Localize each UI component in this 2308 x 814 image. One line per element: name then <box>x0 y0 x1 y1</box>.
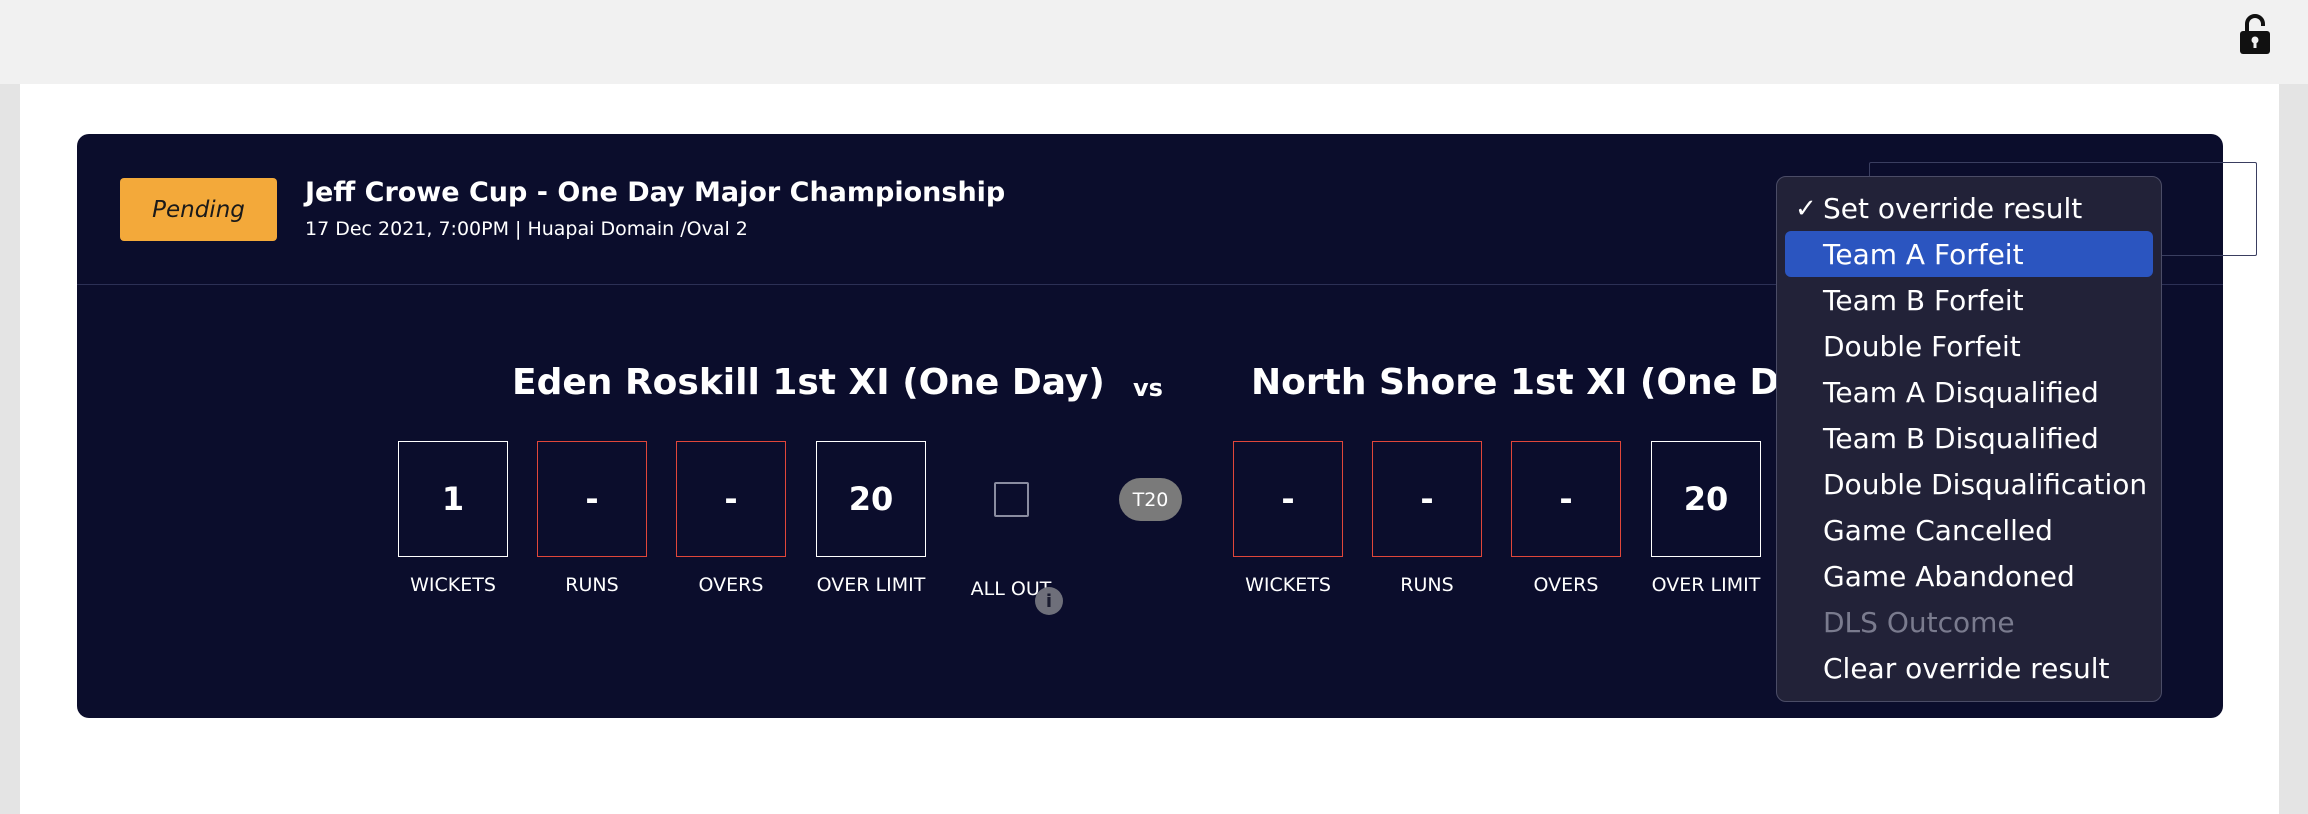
option-game-abandoned[interactable]: Game Abandoned <box>1785 553 2153 599</box>
option-team-b-forfeit[interactable]: Team B Forfeit <box>1785 277 2153 323</box>
option-team-b-disqualified[interactable]: Team B Disqualified <box>1785 415 2153 461</box>
team-b-runs-input[interactable]: - <box>1372 441 1482 557</box>
option-set-override-result[interactable]: ✓ Set override result <box>1785 185 2153 231</box>
option-clear-override-result[interactable]: Clear override result <box>1785 645 2153 691</box>
team-a-name: Eden Roskill 1st XI (One Day) <box>512 362 1105 403</box>
option-label: Double Disqualification <box>1823 467 2148 501</box>
team-a-over-limit-label: OVER LIMIT <box>816 574 926 596</box>
option-label: Game Abandoned <box>1823 559 2075 593</box>
team-a-overs-label: OVERS <box>698 574 764 596</box>
team-a-wickets-label: WICKETS <box>410 574 496 596</box>
option-dls-outcome: DLS Outcome <box>1785 599 2153 645</box>
match-title: Jeff Crowe Cup - One Day Major Champions… <box>305 177 1006 208</box>
team-b-overs-label: OVERS <box>1533 574 1599 596</box>
option-double-forfeit[interactable]: Double Forfeit <box>1785 323 2153 369</box>
status-badge: Pending <box>120 178 277 241</box>
option-label: Set override result <box>1823 191 2083 225</box>
checkmark-icon: ✓ <box>1795 194 1817 224</box>
option-label: DLS Outcome <box>1823 605 2015 639</box>
team-b-wickets-input[interactable]: - <box>1233 441 1343 557</box>
team-b-over-limit-label: OVER LIMIT <box>1651 574 1761 596</box>
option-label: Double Forfeit <box>1823 329 2021 363</box>
team-a-runs-label: RUNS <box>565 574 619 596</box>
team-b-overs-input[interactable]: - <box>1511 441 1621 557</box>
team-b-name: North Shore 1st XI (One Day) <box>1251 362 1843 403</box>
match-details: 17 Dec 2021, 7:00PM | Huapai Domain /Ova… <box>305 218 748 240</box>
format-badge: T20 <box>1119 478 1182 521</box>
team-a-wickets-input[interactable]: 1 <box>398 441 508 557</box>
option-game-cancelled[interactable]: Game Cancelled <box>1785 507 2153 553</box>
team-b-runs-label: RUNS <box>1400 574 1454 596</box>
team-b-over-limit-input[interactable]: 20 <box>1651 441 1761 557</box>
unlocked-padlock-icon[interactable] <box>2237 12 2273 56</box>
option-team-a-disqualified[interactable]: Team A Disqualified <box>1785 369 2153 415</box>
option-label: Team B Disqualified <box>1823 421 2099 455</box>
override-result-dropdown: ✓ Set override result Team A Forfeit Tea… <box>1776 176 2162 702</box>
option-label: Game Cancelled <box>1823 513 2053 547</box>
option-label: Team A Disqualified <box>1823 375 2099 409</box>
top-bar <box>0 0 2308 84</box>
option-label: Team B Forfeit <box>1823 283 2024 317</box>
team-a-runs-input[interactable]: - <box>537 441 647 557</box>
info-icon[interactable]: i <box>1035 587 1063 615</box>
option-team-a-forfeit[interactable]: Team A Forfeit <box>1785 231 2153 277</box>
vs-label: vs <box>1133 374 1163 402</box>
option-double-disqualification[interactable]: Double Disqualification <box>1785 461 2153 507</box>
all-out-checkbox[interactable] <box>994 482 1029 517</box>
option-label: Clear override result <box>1823 651 2110 685</box>
option-label: Team A Forfeit <box>1823 237 2024 271</box>
team-a-overs-input[interactable]: - <box>676 441 786 557</box>
team-a-over-limit-input[interactable]: 20 <box>816 441 926 557</box>
team-b-wickets-label: WICKETS <box>1245 574 1331 596</box>
